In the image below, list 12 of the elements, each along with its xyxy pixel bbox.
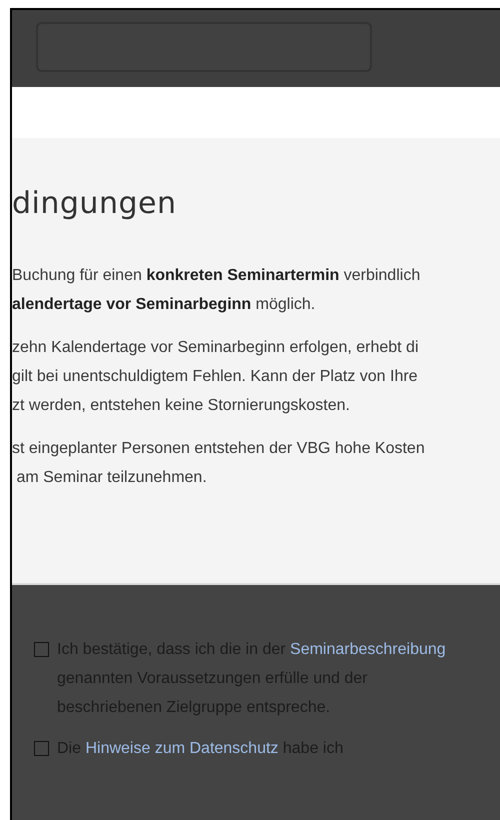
text-line: am Seminar teilzunehmen.	[15, 468, 208, 488]
text-line: alendertage vor Seminarbeginn möglich.	[12, 295, 316, 315]
text-line: gilt bei unentschuldigtem Fehlen. Kann der Platz von Ihre	[12, 367, 419, 387]
checkbox[interactable]	[34, 642, 49, 657]
text-link[interactable]: Seminarbeschreibung	[290, 641, 446, 658]
text-link[interactable]: Hinweise zum Datenschutz	[85, 740, 278, 757]
text-line: zt werden, entstehen keine Stornierungskosten.	[12, 396, 351, 416]
text-line: Buchung für einen konkreten Seminartermin verbindlich	[12, 266, 422, 286]
checkbox[interactable]	[34, 741, 49, 756]
text-line: zehn Kalendertage vor Seminarbeginn erfolgen, erhebt di	[12, 338, 420, 358]
modal-heading: dingungen	[12, 186, 178, 221]
text-line: st eingeplanter Personen entstehen der VBG hohe Kosten	[12, 439, 426, 459]
